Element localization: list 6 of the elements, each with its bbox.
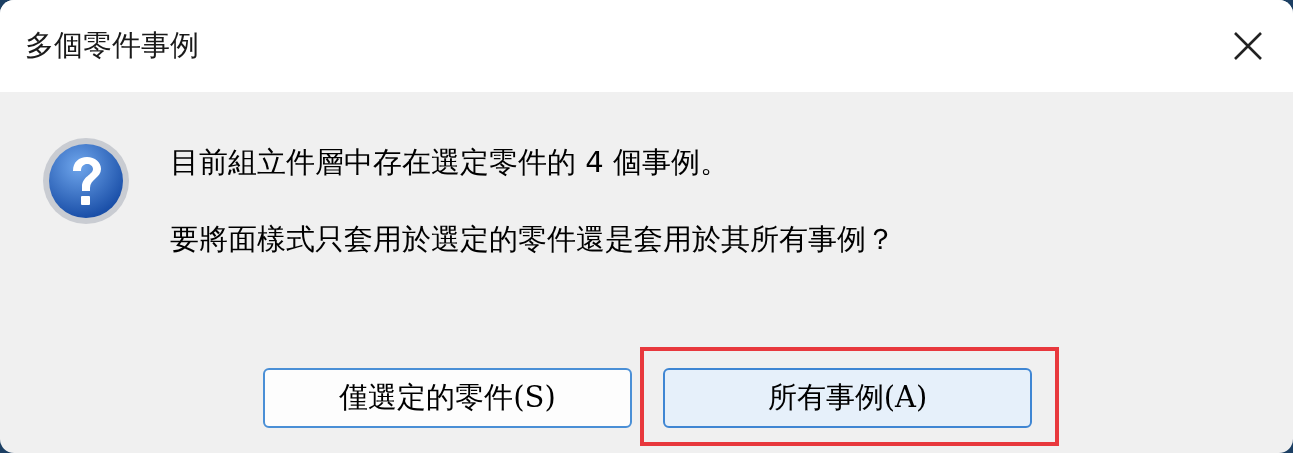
window-title: 多個零件事例	[25, 27, 199, 64]
message-text: 目前組立件層中存在選定零件的 4 個事例。	[170, 144, 730, 181]
dialog-button[interactable]: 僅選定的零件(S)	[263, 368, 632, 428]
message-text: 要將面樣式只套用於選定的零件還是套用於其所有事例？	[170, 221, 895, 258]
question-icon	[40, 135, 132, 227]
dialog-button[interactable]: 所有事例(A)	[663, 368, 1032, 428]
